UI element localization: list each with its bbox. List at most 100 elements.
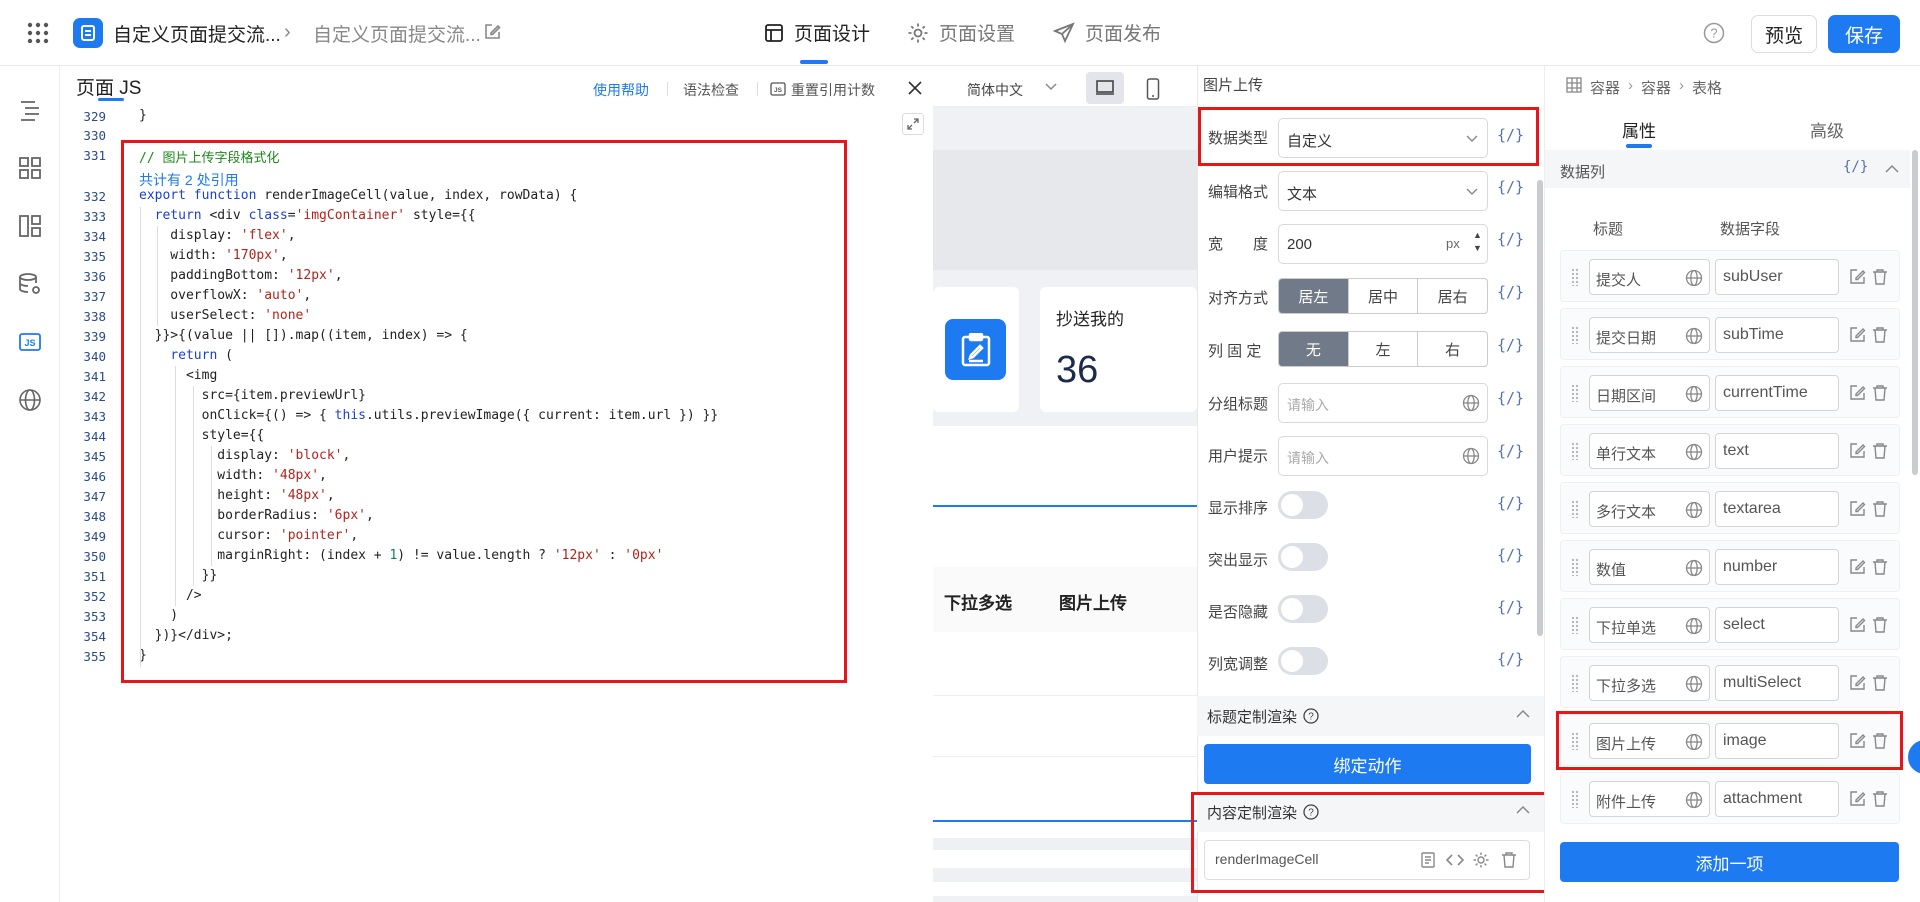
drag-handle-icon[interactable]: [1571, 616, 1579, 634]
help-icon[interactable]: ?: [1303, 708, 1319, 724]
expression-icon[interactable]: {/}: [1497, 230, 1524, 248]
globe-icon[interactable]: [1685, 675, 1703, 693]
highlight-toggle[interactable]: [1278, 543, 1328, 571]
apps-grid-icon[interactable]: [27, 22, 49, 44]
column-field-input[interactable]: attachment: [1715, 781, 1839, 817]
column-field-input[interactable]: subTime: [1715, 317, 1839, 353]
fixed-none-option[interactable]: 无: [1279, 332, 1349, 366]
help-icon[interactable]: ?: [1703, 22, 1725, 44]
drag-handle-icon[interactable]: [1571, 326, 1579, 344]
mobile-view-icon[interactable]: [1146, 78, 1160, 100]
align-left-option[interactable]: 居左: [1279, 279, 1349, 313]
stepper-icon[interactable]: ▲ ▼: [1473, 229, 1482, 255]
expression-icon[interactable]: {/}: [1497, 494, 1524, 512]
trash-icon[interactable]: [1872, 790, 1888, 808]
components-icon[interactable]: [17, 155, 43, 181]
globe-icon[interactable]: [1685, 501, 1703, 519]
globe-icon[interactable]: [17, 387, 43, 413]
trash-icon[interactable]: [1872, 616, 1888, 634]
globe-icon[interactable]: [1685, 443, 1703, 461]
globe-icon[interactable]: [1462, 447, 1480, 465]
expression-icon[interactable]: {/}: [1497, 546, 1524, 564]
add-item-button[interactable]: 添加一项: [1560, 842, 1899, 882]
drag-handle-icon[interactable]: [1571, 500, 1579, 518]
syntax-check-button[interactable]: 语法检查: [683, 80, 739, 100]
drag-handle-icon[interactable]: [1571, 384, 1579, 402]
data-column-row[interactable]: 多行文本 textarea: [1560, 482, 1900, 534]
globe-icon[interactable]: [1685, 269, 1703, 287]
column-title-input[interactable]: 提交日期: [1589, 317, 1710, 353]
edit-icon[interactable]: [1848, 268, 1866, 286]
edit-format-select[interactable]: 文本: [1278, 171, 1488, 211]
column-title-input[interactable]: 下拉多选: [1589, 665, 1710, 701]
drag-handle-icon[interactable]: [1571, 790, 1579, 808]
bind-action-button[interactable]: 绑定动作: [1204, 744, 1531, 784]
breadcrumb-item[interactable]: 表格: [1692, 77, 1722, 98]
data-column-row[interactable]: 下拉单选 select: [1560, 598, 1900, 650]
column-field-input[interactable]: select: [1715, 607, 1839, 643]
close-icon[interactable]: [907, 80, 923, 96]
tab-page-settings[interactable]: 页面设置: [907, 19, 1015, 46]
data-column-row[interactable]: 日期区间 currentTime: [1560, 366, 1900, 418]
layout-panel-icon[interactable]: [17, 213, 43, 239]
scrollbar[interactable]: [1537, 180, 1543, 636]
fixed-left-option[interactable]: 左: [1349, 332, 1419, 366]
column-title-input[interactable]: 附件上传: [1589, 781, 1710, 817]
data-column-row[interactable]: 提交日期 subTime: [1560, 308, 1900, 360]
edit-icon[interactable]: [1848, 500, 1866, 518]
edit-icon[interactable]: [1848, 616, 1866, 634]
show-sort-toggle[interactable]: [1278, 491, 1328, 519]
edit-icon[interactable]: [483, 23, 501, 41]
data-column-row[interactable]: 提交人 subUser: [1560, 250, 1900, 302]
trash-icon[interactable]: [1872, 674, 1888, 692]
tab-properties[interactable]: 属性: [1622, 117, 1656, 142]
language-select[interactable]: 简体中文: [967, 80, 1023, 100]
data-column-row[interactable]: 数值 number: [1560, 540, 1900, 592]
column-field-input[interactable]: subUser: [1715, 259, 1839, 295]
tab-advanced[interactable]: 高级: [1810, 117, 1844, 142]
expand-icon[interactable]: [902, 113, 924, 135]
expression-icon[interactable]: {/}: [1497, 336, 1524, 354]
align-center-option[interactable]: 居中: [1349, 279, 1419, 313]
expression-icon[interactable]: {/}: [1843, 159, 1868, 175]
expression-icon[interactable]: {/}: [1497, 650, 1524, 668]
globe-icon[interactable]: [1685, 559, 1703, 577]
breadcrumb-item[interactable]: 容器: [1641, 77, 1671, 98]
trash-icon[interactable]: [1872, 500, 1888, 518]
desktop-view-button[interactable]: [1086, 72, 1124, 104]
expression-icon[interactable]: {/}: [1497, 389, 1524, 407]
drag-handle-icon[interactable]: [1571, 558, 1579, 576]
edit-icon[interactable]: [1848, 674, 1866, 692]
edit-icon[interactable]: [1848, 384, 1866, 402]
fixed-right-option[interactable]: 右: [1418, 332, 1487, 366]
fixed-segmented[interactable]: 无 左 右: [1278, 331, 1488, 367]
tab-page-design[interactable]: 页面设计: [764, 19, 870, 46]
column-title-input[interactable]: 单行文本: [1589, 433, 1710, 469]
column-field-input[interactable]: textarea: [1715, 491, 1839, 527]
column-title-input[interactable]: 提交人: [1589, 259, 1710, 295]
align-right-option[interactable]: 居右: [1418, 279, 1487, 313]
trash-icon[interactable]: [1872, 326, 1888, 344]
drag-handle-icon[interactable]: [1571, 268, 1579, 286]
column-field-input[interactable]: number: [1715, 549, 1839, 585]
column-title-input[interactable]: 日期区间: [1589, 375, 1710, 411]
chevron-down-icon[interactable]: [1045, 82, 1057, 92]
column-field-input[interactable]: text: [1715, 433, 1839, 469]
align-segmented[interactable]: 居左 居中 居右: [1278, 278, 1488, 314]
drag-handle-icon[interactable]: [1571, 442, 1579, 460]
trash-icon[interactable]: [1872, 268, 1888, 286]
edit-icon[interactable]: [1848, 442, 1866, 460]
expression-icon[interactable]: {/}: [1497, 178, 1524, 196]
tab-page-publish[interactable]: 页面发布: [1053, 19, 1161, 46]
expression-icon[interactable]: {/}: [1497, 598, 1524, 616]
edit-icon[interactable]: [1848, 558, 1866, 576]
chevron-up-icon[interactable]: [1516, 709, 1530, 719]
trash-icon[interactable]: [1872, 442, 1888, 460]
scrollbar[interactable]: [1912, 150, 1918, 475]
hidden-toggle[interactable]: [1278, 595, 1328, 623]
column-field-input[interactable]: currentTime: [1715, 375, 1839, 411]
preview-button[interactable]: 预览: [1751, 15, 1817, 53]
column-title-input[interactable]: 下拉单选: [1589, 607, 1710, 643]
globe-icon[interactable]: [1685, 385, 1703, 403]
breadcrumb-item[interactable]: 容器: [1590, 77, 1620, 98]
